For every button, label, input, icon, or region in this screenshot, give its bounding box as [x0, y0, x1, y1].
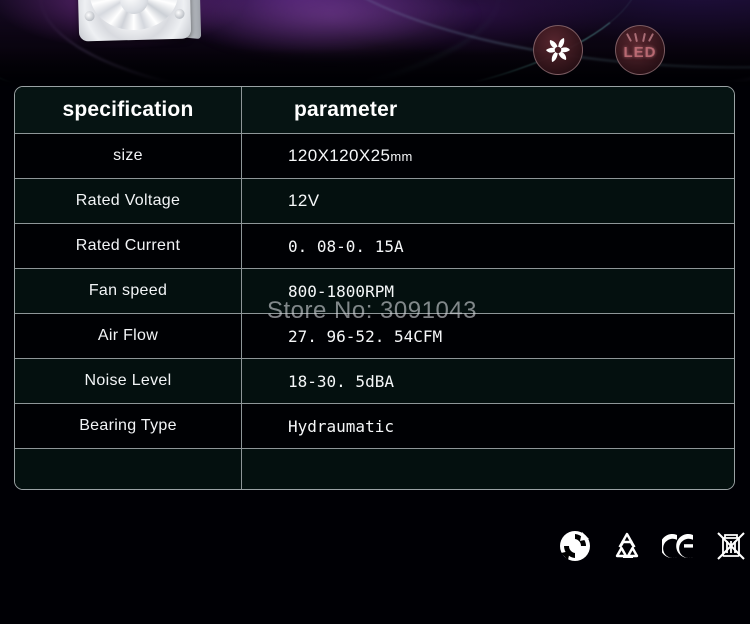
table-header-row: specification parameter [15, 87, 734, 134]
fan-blade-icon [546, 38, 570, 62]
table-row: Rated Voltage 12V [15, 179, 734, 224]
table-row: Fan speed 800-1800RPM [15, 269, 734, 314]
header-specification: specification [15, 87, 242, 133]
led-badge: LED [615, 25, 665, 75]
ce-mark-icon [662, 529, 696, 563]
spec-value: 0. 08-0. 15A [288, 236, 404, 256]
fan-screw-icon [84, 11, 95, 22]
spec-label: Fan speed [15, 269, 242, 313]
spec-value: Hydraumatic [288, 416, 394, 436]
table-row: Rated Current 0. 08-0. 15A [15, 224, 734, 269]
green-dot-icon [558, 529, 592, 563]
spec-label: size [15, 134, 242, 178]
product-spec-banner: LED specification parameter size 120X120… [0, 0, 750, 624]
spec-label: Air Flow [15, 314, 242, 358]
recycling-icon [610, 529, 644, 563]
spec-value-unit: mm [390, 148, 413, 164]
spec-value: 12V [288, 191, 320, 210]
spec-label: Rated Current [15, 224, 242, 268]
specification-table: specification parameter size 120X120X25 m… [14, 86, 735, 490]
led-rays-icon [626, 32, 654, 45]
table-row: Noise Level 18-30. 5dBA [15, 359, 734, 404]
spec-value: 800-1800RPM [288, 281, 394, 301]
spec-label: Noise Level [15, 359, 242, 403]
table-row: size 120X120X25 mm [15, 134, 734, 179]
spec-value-text: 120X120X25 [288, 146, 391, 165]
spec-label: Rated Voltage [15, 179, 242, 223]
led-badge-label: LED [623, 44, 657, 61]
table-empty-row [15, 449, 734, 489]
spec-value: 18-30. 5dBA [288, 371, 394, 391]
fan-product-photo [76, 0, 192, 42]
certification-icons [558, 524, 745, 568]
spec-value: 120X120X25 mm [242, 134, 734, 178]
table-row: Air Flow 27. 96-52. 54CFM [15, 314, 734, 359]
table-row: Bearing Type Hydraumatic [15, 404, 734, 449]
fan-screw-icon [174, 8, 185, 19]
header-parameter: parameter [294, 98, 398, 121]
empty-cell-right [242, 449, 734, 489]
spec-label: Bearing Type [15, 404, 242, 448]
weee-crossed-bin-icon [714, 529, 748, 563]
empty-cell-left [15, 449, 242, 489]
fan-badge [533, 25, 583, 75]
spec-value: 27. 96-52. 54CFM [288, 326, 443, 346]
